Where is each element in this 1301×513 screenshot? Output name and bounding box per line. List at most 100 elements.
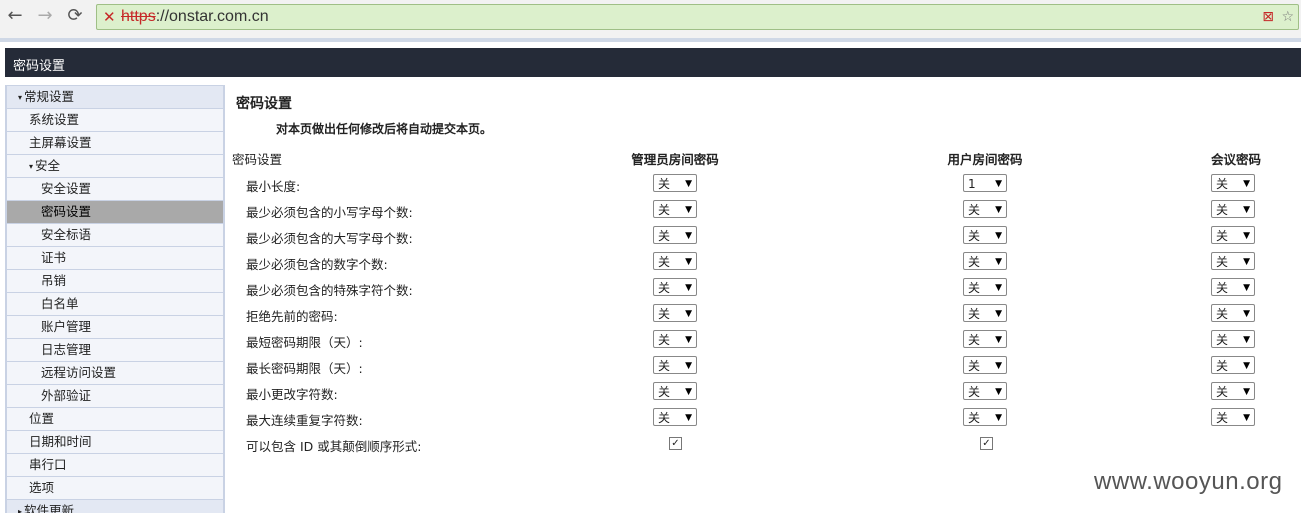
dropdown-arrow-icon[interactable]: ▼ [685, 331, 692, 349]
url-text[interactable]: https://onstar.com.cn [121, 7, 269, 27]
admin-room-password-select[interactable]: 关 ▼ [653, 226, 697, 244]
insecure-lock-icon[interactable]: ✕ [103, 7, 116, 27]
sidebar-item-label: 白名单 [41, 296, 79, 311]
dropdown-arrow-icon[interactable]: ▼ [1243, 357, 1250, 375]
sidebar-item-label: 主屏幕设置 [29, 135, 92, 150]
sidebar-item[interactable]: 远程访问设置 [6, 362, 224, 385]
admin-room-password-select[interactable]: 关 ▼ [653, 330, 697, 348]
dropdown-arrow-icon[interactable]: ▼ [995, 383, 1002, 401]
admin-room-password-select[interactable]: 关 ▼ [653, 278, 697, 296]
sidebar-item[interactable]: 串行口 [6, 454, 224, 477]
admin-room-password-select[interactable]: 关 ▼ [653, 382, 697, 400]
sidebar-item[interactable]: 日志管理 [6, 339, 224, 362]
meeting-password-select[interactable]: 关 ▼ [1211, 356, 1255, 374]
user-room-password-select[interactable]: 关 ▼ [963, 330, 1007, 348]
sidebar-item[interactable]: 日期和时间 [6, 431, 224, 454]
dropdown-arrow-icon[interactable]: ▼ [1243, 383, 1250, 401]
admin-allow-id-checkbox[interactable]: ✓ [669, 437, 682, 450]
blocked-content-icon[interactable]: ⊠ [1262, 7, 1274, 27]
user-room-password-select[interactable]: 关 ▼ [963, 252, 1007, 270]
admin-room-password-select[interactable]: 关 ▼ [653, 200, 697, 218]
admin-room-password-select[interactable]: 关 ▼ [653, 252, 697, 270]
dropdown-arrow-icon[interactable]: ▼ [1243, 279, 1250, 297]
select-value: 关 [658, 177, 671, 191]
user-room-password-select[interactable]: 关 ▼ [963, 356, 1007, 374]
meeting-password-select[interactable]: 关 ▼ [1211, 330, 1255, 348]
sidebar-item[interactable]: ▾ 安全 [6, 155, 224, 178]
admin-room-password-select[interactable]: 关 ▼ [653, 408, 697, 426]
dropdown-arrow-icon[interactable]: ▼ [685, 409, 692, 427]
meeting-password-select[interactable]: 关 ▼ [1211, 226, 1255, 244]
sidebar-item[interactable]: 证书 [6, 247, 224, 270]
meeting-password-select[interactable]: 关 ▼ [1211, 174, 1255, 192]
user-room-password-select[interactable]: 关 ▼ [963, 278, 1007, 296]
sidebar-item[interactable]: 主屏幕设置 [6, 132, 224, 155]
dropdown-arrow-icon[interactable]: ▼ [685, 201, 692, 219]
user-allow-id-checkbox[interactable]: ✓ [980, 437, 993, 450]
dropdown-arrow-icon[interactable]: ▼ [1243, 253, 1250, 271]
dropdown-arrow-icon[interactable]: ▼ [1243, 201, 1250, 219]
dropdown-arrow-icon[interactable]: ▼ [995, 305, 1002, 323]
sidebar-item[interactable]: 系统设置 [6, 109, 224, 132]
user-room-password-select[interactable]: 关 ▼ [963, 408, 1007, 426]
address-bar[interactable]: ✕ https://onstar.com.cn ⊠ ☆ [96, 4, 1299, 30]
user-room-password-select[interactable]: 关 ▼ [963, 382, 1007, 400]
dropdown-arrow-icon[interactable]: ▼ [995, 357, 1002, 375]
meeting-password-select[interactable]: 关 ▼ [1211, 278, 1255, 296]
user-room-password-select[interactable]: 关 ▼ [963, 226, 1007, 244]
user-room-password-select[interactable]: 关 ▼ [963, 304, 1007, 322]
dropdown-arrow-icon[interactable]: ▼ [995, 409, 1002, 427]
meeting-password-select[interactable]: 关 ▼ [1211, 304, 1255, 322]
sidebar-item[interactable]: 吊销 [6, 270, 224, 293]
sidebar-item[interactable]: 安全设置 [6, 178, 224, 201]
admin-room-password-select[interactable]: 关 ▼ [653, 304, 697, 322]
dropdown-arrow-icon[interactable]: ▼ [1243, 305, 1250, 323]
user-room-password-select[interactable]: 1 ▼ [963, 174, 1007, 192]
admin-room-password-select[interactable]: 关 ▼ [653, 356, 697, 374]
sidebar-item[interactable]: 账户管理 [6, 316, 224, 339]
select-value: 关 [658, 229, 671, 243]
dropdown-arrow-icon[interactable]: ▼ [1243, 409, 1250, 427]
forward-arrow-icon[interactable]: → [34, 5, 56, 27]
meeting-password-select[interactable]: 关 ▼ [1211, 200, 1255, 218]
sidebar-item[interactable]: 安全标语 [6, 224, 224, 247]
dropdown-arrow-icon[interactable]: ▼ [995, 175, 1002, 193]
user-room-password-select[interactable]: 关 ▼ [963, 200, 1007, 218]
back-arrow-icon[interactable]: ← [4, 5, 26, 27]
dropdown-arrow-icon[interactable]: ▼ [685, 175, 692, 193]
dropdown-arrow-icon[interactable]: ▼ [995, 201, 1002, 219]
sidebar-item[interactable]: 位置 [6, 408, 224, 431]
expand-caret-icon[interactable]: ▾ [18, 87, 22, 109]
sidebar-item[interactable]: 选项 [6, 477, 224, 500]
dropdown-arrow-icon[interactable]: ▼ [995, 331, 1002, 349]
sidebar-item[interactable]: 白名单 [6, 293, 224, 316]
admin-room-password-select[interactable]: 关 ▼ [653, 174, 697, 192]
sidebar-item-label: 系统设置 [29, 112, 80, 127]
expand-caret-icon[interactable]: ▾ [29, 156, 33, 178]
dropdown-arrow-icon[interactable]: ▼ [685, 357, 692, 375]
sidebar-item[interactable]: 密码设置 [6, 201, 224, 224]
dropdown-arrow-icon[interactable]: ▼ [1243, 175, 1250, 193]
sidebar-item[interactable]: ▸ 软件更新 [6, 500, 224, 513]
expand-caret-icon[interactable]: ▸ [18, 501, 22, 513]
dropdown-arrow-icon[interactable]: ▼ [685, 279, 692, 297]
dropdown-arrow-icon[interactable]: ▼ [995, 227, 1002, 245]
settings-row: 最少必须包含的小写字母个数: 关 ▼ 关 ▼ 关 ▼ [230, 197, 1301, 223]
sidebar-item[interactable]: 外部验证 [6, 385, 224, 408]
dropdown-arrow-icon[interactable]: ▼ [685, 253, 692, 271]
dropdown-arrow-icon[interactable]: ▼ [995, 279, 1002, 297]
bookmark-star-icon[interactable]: ☆ [1281, 7, 1294, 27]
dropdown-arrow-icon[interactable]: ▼ [1243, 227, 1250, 245]
column-header-user-room-password: 用户房间密码 [947, 152, 1023, 167]
meeting-password-select[interactable]: 关 ▼ [1211, 252, 1255, 270]
dropdown-arrow-icon[interactable]: ▼ [685, 383, 692, 401]
dropdown-arrow-icon[interactable]: ▼ [685, 305, 692, 323]
meeting-password-select[interactable]: 关 ▼ [1211, 382, 1255, 400]
dropdown-arrow-icon[interactable]: ▼ [995, 253, 1002, 271]
dropdown-arrow-icon[interactable]: ▼ [685, 227, 692, 245]
meeting-password-select[interactable]: 关 ▼ [1211, 408, 1255, 426]
reload-icon[interactable]: ⟳ [64, 5, 86, 27]
sidebar-item[interactable]: ▾ 常规设置 [6, 86, 224, 109]
select-value: 1 [968, 177, 976, 191]
dropdown-arrow-icon[interactable]: ▼ [1243, 331, 1250, 349]
